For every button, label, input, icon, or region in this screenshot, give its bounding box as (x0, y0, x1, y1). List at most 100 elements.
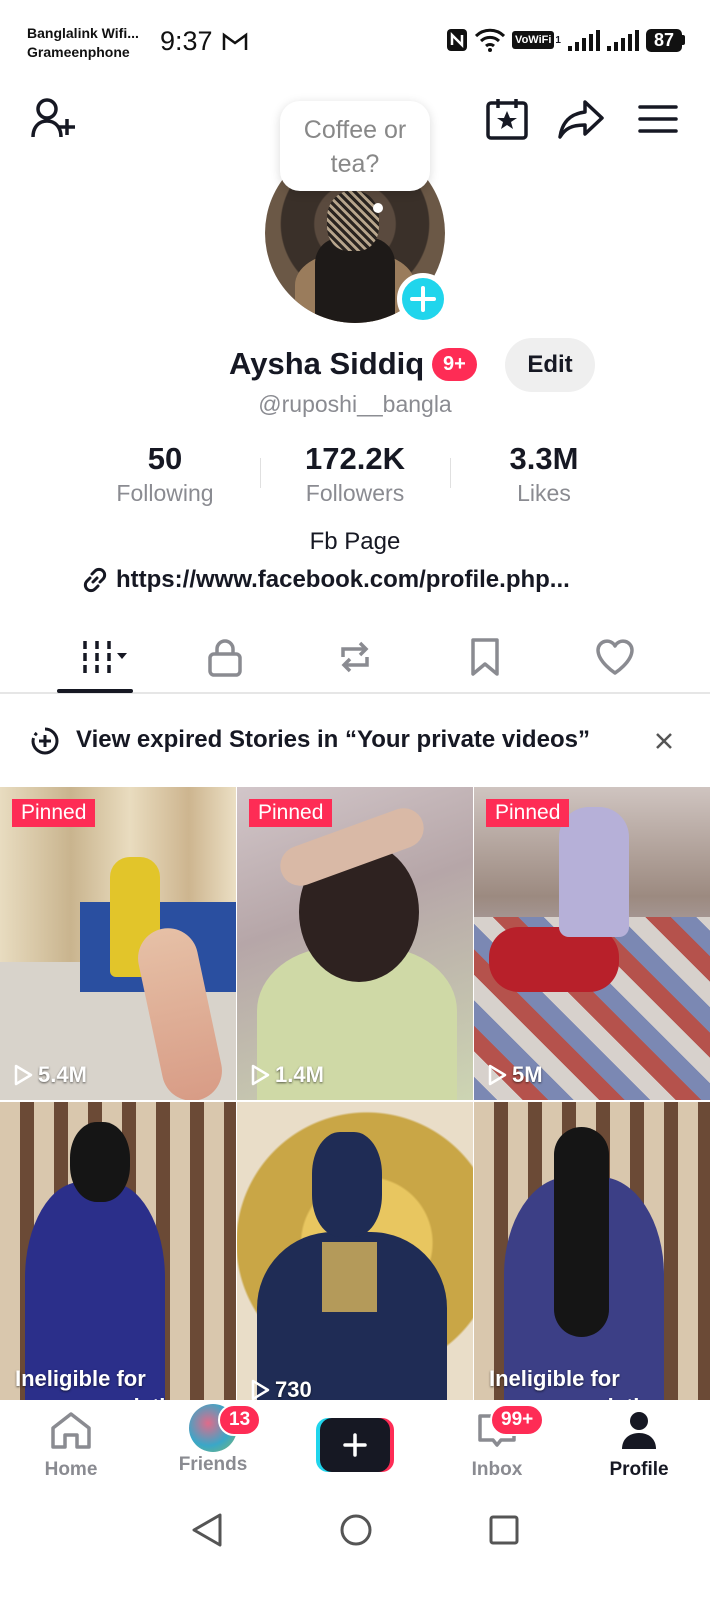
pinned-badge: Pinned (12, 799, 96, 827)
plus-icon (343, 1433, 367, 1457)
nav-home[interactable]: Home (16, 1410, 126, 1481)
note-line-1: Coffee or (303, 116, 407, 144)
pinned-badge: Pinned (486, 799, 570, 827)
note-bubble-dot (373, 203, 383, 213)
stat-value: 172.2K (305, 441, 405, 476)
edit-profile-button[interactable]: Edit (505, 338, 595, 392)
nav-friends[interactable]: Friends 13 (158, 1404, 268, 1476)
calendar-star-icon (486, 99, 528, 140)
avatar-face (327, 191, 379, 251)
nav-profile[interactable]: Profile (584, 1410, 694, 1481)
view-count-text: 1.4M (275, 1062, 324, 1087)
carrier-2: Grameenphone (27, 44, 130, 60)
battery-cap (682, 35, 685, 45)
nav-friends-label: Friends (178, 1454, 248, 1475)
stat-divider (450, 458, 451, 488)
heart-icon (596, 639, 634, 675)
thumb-veil (312, 1132, 382, 1237)
add-user-icon (31, 98, 75, 138)
ineligible-note: Ineligible for recommendation (489, 1366, 666, 1402)
bookmark-icon (471, 638, 499, 676)
vowifi-badge: VoWiFi (512, 31, 555, 49)
nav-inbox-label: Inbox (471, 1459, 523, 1480)
status-icons: VoWiFi 1 87 (446, 28, 685, 52)
thumb-veil (70, 1122, 130, 1202)
view-count-text: 5M (512, 1062, 543, 1087)
signal-icon-1 (567, 30, 600, 51)
nfc-icon (447, 29, 468, 51)
video-thumbnail[interactable]: 730 (237, 1102, 473, 1402)
tab-reposts[interactable] (318, 632, 392, 682)
profile-tabs (0, 620, 710, 694)
stat-label: Following (116, 480, 214, 506)
view-count: 5M (486, 1062, 543, 1088)
view-count-text: 730 (275, 1377, 312, 1402)
wifi-icon (475, 28, 506, 52)
profile-handle: @ruposhi__bangla (258, 391, 452, 417)
menu-button[interactable] (636, 98, 680, 140)
stat-value: 3.3M (509, 441, 579, 476)
system-nav-bar (0, 1495, 710, 1600)
video-thumbnail[interactable]: Pinned 5M (474, 787, 710, 1100)
share-icon (558, 100, 604, 139)
view-count-text: 5.4M (38, 1062, 87, 1087)
video-grid: Pinned 5.4M Pinned 1.4M Pinned 5M Inelig… (0, 787, 710, 1402)
back-icon[interactable] (190, 1512, 224, 1548)
add-friend-button[interactable] (28, 96, 78, 142)
share-button[interactable] (556, 96, 606, 142)
nav-profile-label: Profile (609, 1459, 669, 1480)
stat-following[interactable]: 50 Following (75, 440, 255, 508)
carrier-names: Banglalink Wifi... Grameenphone (27, 24, 139, 62)
home-circle-icon[interactable] (339, 1512, 373, 1548)
notification-badge[interactable]: 9+ (432, 348, 477, 381)
nav-inbox[interactable]: Inbox 99+ (442, 1404, 552, 1481)
profile-link[interactable]: https://www.facebook.com/profile.php... (80, 565, 570, 595)
thumb-person (559, 807, 629, 937)
stat-value: 50 (147, 441, 183, 476)
home-icon (51, 1412, 91, 1449)
profile-icon (622, 1412, 656, 1449)
play-icon (251, 1379, 270, 1401)
repost-icon (341, 641, 369, 673)
ineligible-note: Ineligible for recommendation (15, 1366, 192, 1402)
battery-indicator: 87 (645, 28, 685, 52)
bottom-nav: Home Friends 13 Inbox 99+ Profile (0, 1400, 710, 1495)
friends-badge: 13 (218, 1404, 262, 1436)
tab-favorites[interactable] (448, 632, 522, 682)
tab-liked[interactable] (578, 632, 652, 682)
note-bubble[interactable]: Coffee or tea? (280, 101, 430, 191)
expired-stories-banner[interactable]: View expired Stories in “Your private vi… (0, 704, 710, 776)
stat-likes[interactable]: 3.3M Likes (454, 440, 634, 508)
stat-followers[interactable]: 172.2K Followers (265, 440, 445, 508)
clock: 9:37 (160, 26, 213, 56)
stat-divider (260, 458, 261, 488)
video-thumbnail[interactable]: Pinned 5.4M (0, 787, 236, 1100)
plus-icon (410, 286, 436, 312)
pinned-badge: Pinned (249, 799, 333, 827)
tab-videos[interactable] (60, 632, 134, 682)
tab-private[interactable] (188, 632, 262, 682)
lock-icon (208, 639, 242, 677)
gmail-icon (222, 32, 248, 50)
thumb-hair (554, 1127, 609, 1337)
add-story-button[interactable] (397, 273, 449, 325)
video-thumbnail[interactable]: Ineligible for recommendation (474, 1102, 710, 1402)
vowifi-sub: 1 (555, 34, 561, 46)
recents-icon[interactable] (487, 1512, 521, 1548)
active-tab-indicator (57, 689, 133, 693)
view-count: 730 (249, 1377, 312, 1402)
calendar-button[interactable] (484, 96, 530, 142)
create-button[interactable] (316, 1418, 394, 1472)
name-row: Aysha Siddiq (0, 340, 725, 390)
link-icon (83, 567, 107, 593)
banner-text: View expired Stories in “Your private vi… (76, 726, 590, 753)
carrier-1: Banglalink Wifi... (27, 25, 139, 41)
play-icon (14, 1064, 33, 1086)
video-thumbnail[interactable]: Ineligible for recommendation (0, 1102, 236, 1402)
nav-home-label: Home (44, 1459, 98, 1480)
view-count: 1.4M (249, 1062, 324, 1088)
close-icon[interactable] (655, 732, 673, 750)
video-thumbnail[interactable]: Pinned 1.4M (237, 787, 473, 1100)
note-line-2: tea? (330, 150, 380, 178)
thumb-embroidery (322, 1242, 377, 1312)
